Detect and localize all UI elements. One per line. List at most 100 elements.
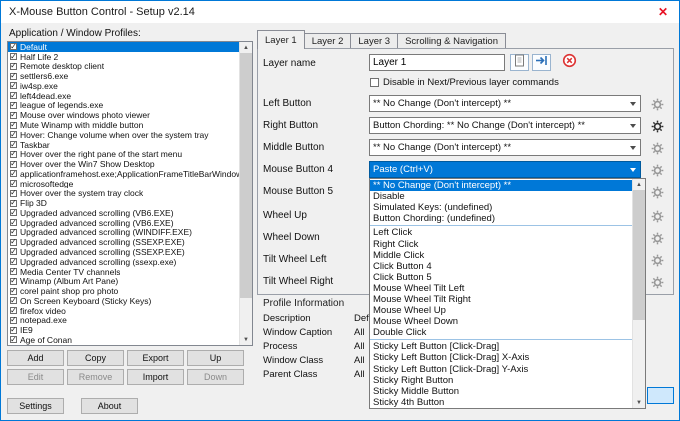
profile-checkbox-icon[interactable]: ✓: [10, 180, 17, 187]
gear-icon[interactable]: [649, 119, 665, 134]
dropdown-scroll-up-icon[interactable]: ▲: [633, 179, 645, 190]
profile-list-item[interactable]: ✓Mouse over windows photo viewer: [8, 110, 239, 120]
copy-layer-button[interactable]: [510, 54, 529, 71]
gear-icon[interactable]: [649, 253, 665, 268]
profile-list-item[interactable]: ✓Hover over the system tray clock: [8, 188, 239, 198]
profile-checkbox-icon[interactable]: ✓: [10, 297, 17, 304]
gear-icon[interactable]: [649, 209, 665, 224]
profile-list-item[interactable]: ✓IE9: [8, 325, 239, 335]
profile-checkbox-icon[interactable]: ✓: [10, 170, 17, 177]
profile-list-item[interactable]: ✓microsoftedge: [8, 179, 239, 189]
profile-list-item[interactable]: ✓Hover over the right pane of the start …: [8, 149, 239, 159]
dropdown-item[interactable]: Sticky Left Button [Click-Drag] X-Axis: [370, 352, 632, 363]
dropdown-item[interactable]: Left Click: [370, 227, 632, 238]
profiles-listbox[interactable]: ✓Default✓Half Life 2✓Remote desktop clie…: [7, 41, 253, 346]
combo-mouse-button-4[interactable]: Paste (Ctrl+V): [369, 161, 641, 178]
dropdown-scroll-down-icon[interactable]: ▼: [633, 397, 645, 408]
tab-layer-2[interactable]: Layer 2: [304, 33, 352, 49]
profiles-scrollbar-thumb[interactable]: [240, 53, 252, 298]
profile-list-item[interactable]: ✓Age of Conan: [8, 335, 239, 345]
dropdown-item[interactable]: Click Button 5: [370, 272, 632, 283]
combo-left-button[interactable]: ** No Change (Don't intercept) **: [369, 95, 641, 112]
profile-checkbox-icon[interactable]: ✓: [10, 209, 17, 216]
tab-scrolling-navigation[interactable]: Scrolling & Navigation: [397, 33, 506, 49]
profile-checkbox-icon[interactable]: ✓: [10, 219, 17, 226]
profile-checkbox-icon[interactable]: ✓: [10, 200, 17, 207]
profile-checkbox-icon[interactable]: ✓: [10, 229, 17, 236]
dropdown-item[interactable]: Sticky Right Button: [370, 375, 632, 386]
dropdown-item[interactable]: Mouse Wheel Tilt Left: [370, 283, 632, 294]
import-button[interactable]: Import: [127, 369, 184, 385]
title-bar[interactable]: X-Mouse Button Control - Setup v2.14: [1, 1, 679, 23]
scroll-down-icon[interactable]: ▼: [240, 334, 252, 345]
gear-icon[interactable]: [649, 163, 665, 178]
profile-list-item[interactable]: ✓settlers6.exe: [8, 71, 239, 81]
profile-list-item[interactable]: ✓Mute Winamp with middle button: [8, 120, 239, 130]
gear-icon[interactable]: [649, 141, 665, 156]
profile-list-item[interactable]: ✓applicationframehost.exe;ApplicationFra…: [8, 169, 239, 179]
profile-list-item[interactable]: ✓Taskbar: [8, 140, 239, 150]
dropdown-item[interactable]: Disable: [370, 191, 632, 202]
profile-list-item[interactable]: ✓Default: [8, 42, 239, 52]
tab-layer-1[interactable]: Layer 1: [257, 30, 305, 49]
gear-icon[interactable]: [649, 275, 665, 290]
action-dropdown-list[interactable]: ** No Change (Don't intercept) **Disable…: [369, 178, 646, 409]
profile-checkbox-icon[interactable]: ✓: [10, 268, 17, 275]
profile-checkbox-icon[interactable]: ✓: [10, 112, 17, 119]
profile-list-item[interactable]: ✓Upgraded advanced scrolling (VB6.EXE): [8, 218, 239, 228]
profile-checkbox-icon[interactable]: ✓: [10, 288, 17, 295]
profile-list-item[interactable]: ✓Hover: Change volume when over the syst…: [8, 130, 239, 140]
profile-checkbox-icon[interactable]: ✓: [10, 278, 17, 285]
profile-checkbox-icon[interactable]: ✓: [10, 53, 17, 60]
profile-checkbox-icon[interactable]: ✓: [10, 43, 17, 50]
profile-list-item[interactable]: ✓Remote desktop client: [8, 62, 239, 72]
profile-list-item[interactable]: ✓firefox video: [8, 306, 239, 316]
dropdown-scrollbar[interactable]: ▲ ▼: [632, 179, 645, 408]
profile-list-item[interactable]: ✓Upgraded advanced scrolling (WINDIFF.EX…: [8, 228, 239, 238]
tab-layer-3[interactable]: Layer 3: [350, 33, 398, 49]
dropdown-item[interactable]: Right Click: [370, 238, 632, 249]
profile-checkbox-icon[interactable]: ✓: [10, 92, 17, 99]
checkbox-icon[interactable]: [370, 78, 379, 87]
profile-list-item[interactable]: ✓iw4sp.exe: [8, 81, 239, 91]
delete-layer-button[interactable]: [560, 54, 579, 71]
profile-list-item[interactable]: ✓Upgraded advanced scrolling (VB6.EXE): [8, 208, 239, 218]
dropdown-item[interactable]: Button Chording: (undefined): [370, 213, 632, 224]
profile-checkbox-icon[interactable]: ✓: [10, 141, 17, 148]
profile-list-item[interactable]: ✓left4dead.exe: [8, 91, 239, 101]
dropdown-item[interactable]: ** No Change (Don't intercept) **: [370, 180, 632, 191]
profile-checkbox-icon[interactable]: ✓: [10, 248, 17, 255]
layer-name-input[interactable]: [369, 54, 505, 71]
profile-checkbox-icon[interactable]: ✓: [10, 73, 17, 80]
up-button[interactable]: Up: [187, 350, 244, 366]
combo-middle-button[interactable]: ** No Change (Don't intercept) **: [369, 139, 641, 156]
dropdown-item[interactable]: Middle Click: [370, 250, 632, 261]
profile-list-item[interactable]: ✓corel paint shop pro photo: [8, 286, 239, 296]
dropdown-item[interactable]: Click Button 4: [370, 261, 632, 272]
profiles-scrollbar[interactable]: ▲ ▼: [239, 42, 252, 345]
dropdown-item[interactable]: Sticky Left Button [Click-Drag] Y-Axis: [370, 364, 632, 375]
dropdown-item[interactable]: Simulated Keys: (undefined): [370, 202, 632, 213]
gear-icon[interactable]: [649, 97, 665, 112]
settings-button[interactable]: Settings: [7, 398, 64, 414]
profile-checkbox-icon[interactable]: ✓: [10, 102, 17, 109]
profile-checkbox-icon[interactable]: ✓: [10, 239, 17, 246]
about-button[interactable]: About: [81, 398, 138, 414]
profile-list-item[interactable]: ✓Media Center TV channels: [8, 267, 239, 277]
profile-checkbox-icon[interactable]: ✓: [10, 336, 17, 343]
profile-list-item[interactable]: ✓Upgraded advanced scrolling (SSEXP.EXE): [8, 247, 239, 257]
export-button[interactable]: Export: [127, 350, 184, 366]
profile-checkbox-icon[interactable]: ✓: [10, 258, 17, 265]
profile-checkbox-icon[interactable]: ✓: [10, 151, 17, 158]
profile-checkbox-icon[interactable]: ✓: [10, 122, 17, 129]
combo-right-button[interactable]: Button Chording: ** No Change (Don't int…: [369, 117, 641, 134]
close-button[interactable]: ✕: [649, 2, 677, 22]
dropdown-item[interactable]: Mouse Wheel Tilt Right: [370, 294, 632, 305]
profile-checkbox-icon[interactable]: ✓: [10, 307, 17, 314]
profile-list-item[interactable]: ✓league of legends.exe: [8, 101, 239, 111]
copy-button[interactable]: Copy: [67, 350, 124, 366]
profile-list-item[interactable]: ✓Upgraded advanced scrolling (SSEXP.EXE): [8, 237, 239, 247]
dropdown-item[interactable]: Sticky Left Button [Click-Drag]: [370, 341, 632, 352]
profile-list-item[interactable]: ✓notepad.exe: [8, 315, 239, 325]
gear-icon[interactable]: [649, 185, 665, 200]
